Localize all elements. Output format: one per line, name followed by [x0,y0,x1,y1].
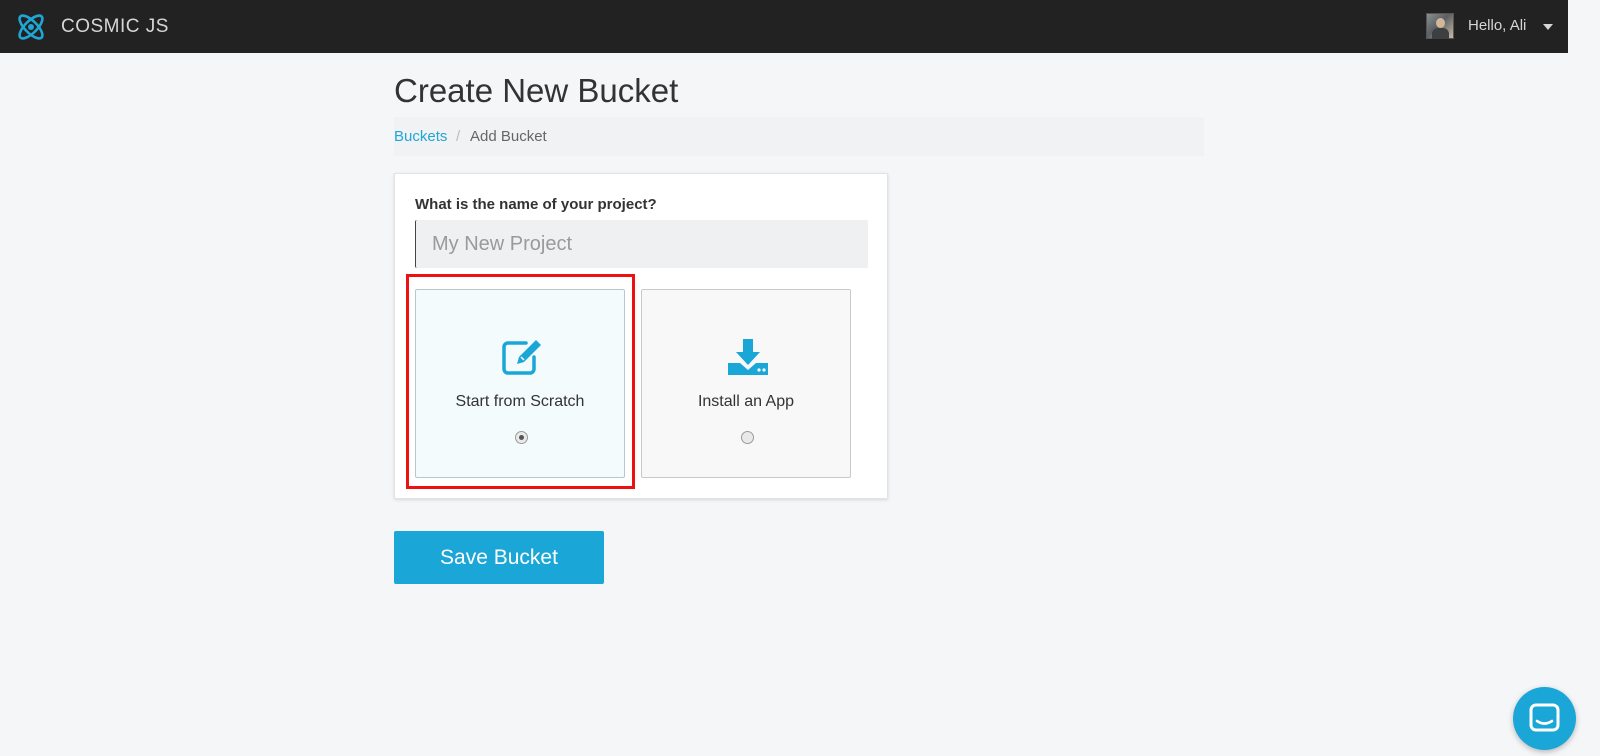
cosmic-logo-icon[interactable] [14,10,48,44]
breadcrumb: Buckets / Add Bucket [394,117,1204,156]
chevron-down-icon[interactable] [1543,24,1553,30]
option-install-an-app[interactable]: Install an App [641,289,851,478]
download-icon [728,339,768,375]
scrollbar-gutter [1568,0,1600,756]
create-bucket-form: What is the name of your project? Start … [394,173,888,499]
edit-icon [502,340,541,375]
save-bucket-button[interactable]: Save Bucket [394,531,604,584]
user-greeting[interactable]: Hello, Ali [1468,17,1526,34]
chat-icon [1529,703,1560,732]
radio-start-from-scratch[interactable] [515,431,528,444]
breadcrumb-separator: / [456,128,461,145]
project-name-input[interactable] [415,220,868,268]
option-label: Start from Scratch [455,393,585,410]
brand-name[interactable]: COSMIC JS [61,16,169,38]
page-title: Create New Bucket [394,72,679,109]
breadcrumb-current: Add Bucket [470,128,547,145]
radio-install-an-app[interactable] [741,431,754,444]
chat-launcher-button[interactable] [1513,687,1576,750]
project-name-label: What is the name of your project? [415,196,657,213]
top-navbar: COSMIC JS Hello, Ali [0,0,1568,53]
user-avatar[interactable] [1426,13,1454,39]
breadcrumb-buckets-link[interactable]: Buckets [394,128,447,145]
option-label: Install an App [697,393,795,410]
option-start-from-scratch[interactable]: Start from Scratch [415,289,625,478]
